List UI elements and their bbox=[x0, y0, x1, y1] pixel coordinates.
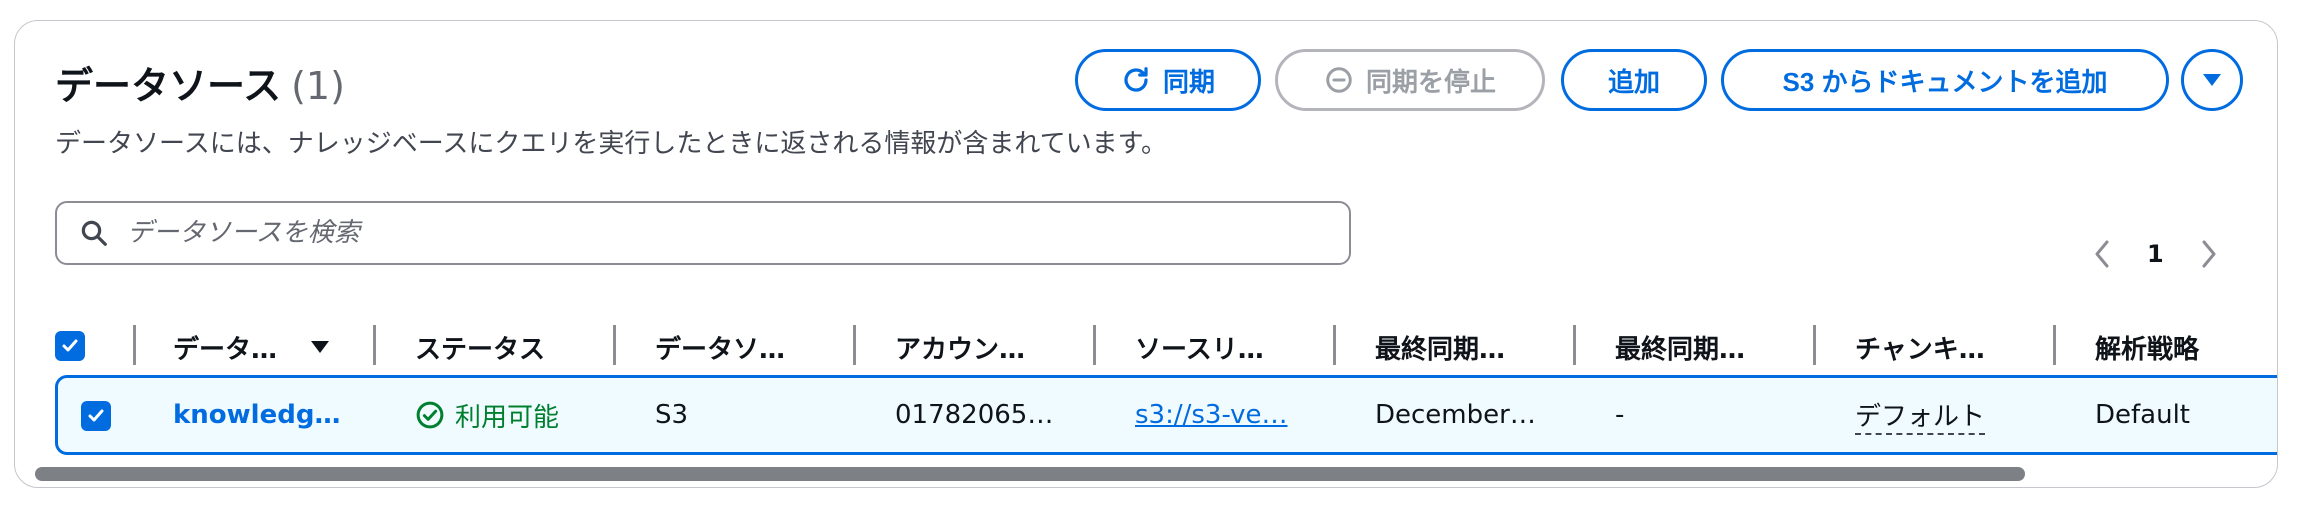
column-divider[interactable] bbox=[2053, 325, 2056, 365]
chunking-cell: デフォルト bbox=[1855, 395, 2045, 435]
chevron-left-icon[interactable] bbox=[2093, 239, 2111, 269]
sync-label: 同期 bbox=[1162, 66, 1215, 97]
column-header-last-sync-status[interactable]: 最終同期… bbox=[1615, 317, 1805, 377]
column-divider[interactable] bbox=[133, 325, 136, 365]
column-header-label: ソースリ… bbox=[1135, 334, 1264, 365]
source-type-cell: S3 bbox=[655, 400, 689, 430]
column-divider[interactable] bbox=[1813, 325, 1816, 365]
chevron-right-icon[interactable] bbox=[2200, 239, 2218, 269]
column-header-last-sync-time[interactable]: 最終同期… bbox=[1375, 317, 1565, 377]
search-box bbox=[55, 201, 1351, 265]
stop-circle-icon bbox=[1326, 67, 1352, 93]
column-header-label: 最終同期… bbox=[1375, 334, 1506, 365]
column-divider[interactable] bbox=[853, 325, 856, 365]
add-from-s3-label: S3 からドキュメントを追加 bbox=[1782, 66, 2108, 97]
caret-down-icon bbox=[2203, 74, 2221, 86]
column-header-chunking[interactable]: チャンキ… bbox=[1855, 317, 2045, 377]
more-actions-dropdown[interactable] bbox=[2181, 49, 2243, 111]
column-header-status[interactable]: ステータス bbox=[415, 317, 605, 377]
column-header-label: データソ… bbox=[655, 334, 786, 365]
column-header-name[interactable]: データ… bbox=[173, 317, 373, 377]
horizontal-scrollbar[interactable] bbox=[35, 467, 2025, 481]
pagination: 1 bbox=[2093, 239, 2218, 269]
column-header-parsing[interactable]: 解析戦略 bbox=[2095, 317, 2275, 377]
column-header-label: アカウン… bbox=[895, 334, 1026, 365]
column-header-label: 解析戦略 bbox=[2095, 334, 2200, 365]
status-badge: 利用可能 bbox=[415, 395, 605, 435]
refresh-icon bbox=[1124, 67, 1148, 92]
add-button[interactable]: 追加 bbox=[1561, 49, 1707, 111]
check-circle-icon bbox=[416, 401, 444, 429]
search-icon bbox=[81, 220, 107, 246]
column-header-label: データ… bbox=[173, 334, 278, 365]
column-header-label: チャンキ… bbox=[1855, 334, 1985, 365]
checkbox-checked-icon bbox=[88, 409, 104, 422]
column-divider[interactable] bbox=[1093, 325, 1096, 365]
stop-sync-label: 同期を停止 bbox=[1365, 66, 1496, 97]
chunking-value[interactable]: デフォルト bbox=[1855, 396, 1986, 435]
stop-sync-button[interactable]: 同期を停止 bbox=[1275, 49, 1545, 111]
page-number[interactable]: 1 bbox=[2147, 240, 2164, 268]
column-header-source-link[interactable]: ソースリ… bbox=[1135, 317, 1325, 377]
column-divider[interactable] bbox=[373, 325, 376, 365]
column-divider[interactable] bbox=[1333, 325, 1336, 365]
row-checkbox[interactable] bbox=[81, 401, 111, 431]
column-header-label: 最終同期… bbox=[1615, 334, 1746, 365]
item-count: (1) bbox=[291, 64, 345, 108]
column-header-source-type[interactable]: データソ… bbox=[655, 317, 845, 377]
account-cell: 01782065… bbox=[895, 400, 1054, 430]
add-from-s3-button[interactable]: S3 からドキュメントを追加 bbox=[1721, 49, 2169, 111]
parsing-cell: Default bbox=[2095, 400, 2190, 430]
search-input[interactable] bbox=[127, 218, 1307, 248]
sort-descending-icon bbox=[311, 341, 330, 353]
source-link[interactable]: s3://s3-ve… bbox=[1135, 395, 1325, 435]
data-source-name-link[interactable]: knowledg… bbox=[173, 395, 373, 435]
page-title: データソース (1) bbox=[55, 55, 345, 110]
select-all-checkbox[interactable] bbox=[55, 331, 85, 361]
status-text: 利用可能 bbox=[455, 402, 560, 433]
sync-button[interactable]: 同期 bbox=[1075, 49, 1261, 111]
column-header-account[interactable]: アカウン… bbox=[895, 317, 1085, 377]
title-text: データソース bbox=[55, 64, 282, 108]
column-divider[interactable] bbox=[1573, 325, 1576, 365]
column-divider[interactable] bbox=[613, 325, 616, 365]
data-sources-panel: データソース (1) データソースには、ナレッジベースにクエリを実行したときに返さ… bbox=[14, 20, 2278, 488]
column-header-label: ステータス bbox=[415, 334, 546, 365]
last-sync-status-cell: - bbox=[1615, 400, 1625, 430]
checkbox-checked-icon bbox=[62, 339, 78, 352]
last-sync-time-cell: December… bbox=[1375, 400, 1536, 430]
add-label: 追加 bbox=[1607, 66, 1660, 97]
panel-description: データソースには、ナレッジベースにクエリを実行したときに返される情報が含まれてい… bbox=[55, 129, 1168, 159]
